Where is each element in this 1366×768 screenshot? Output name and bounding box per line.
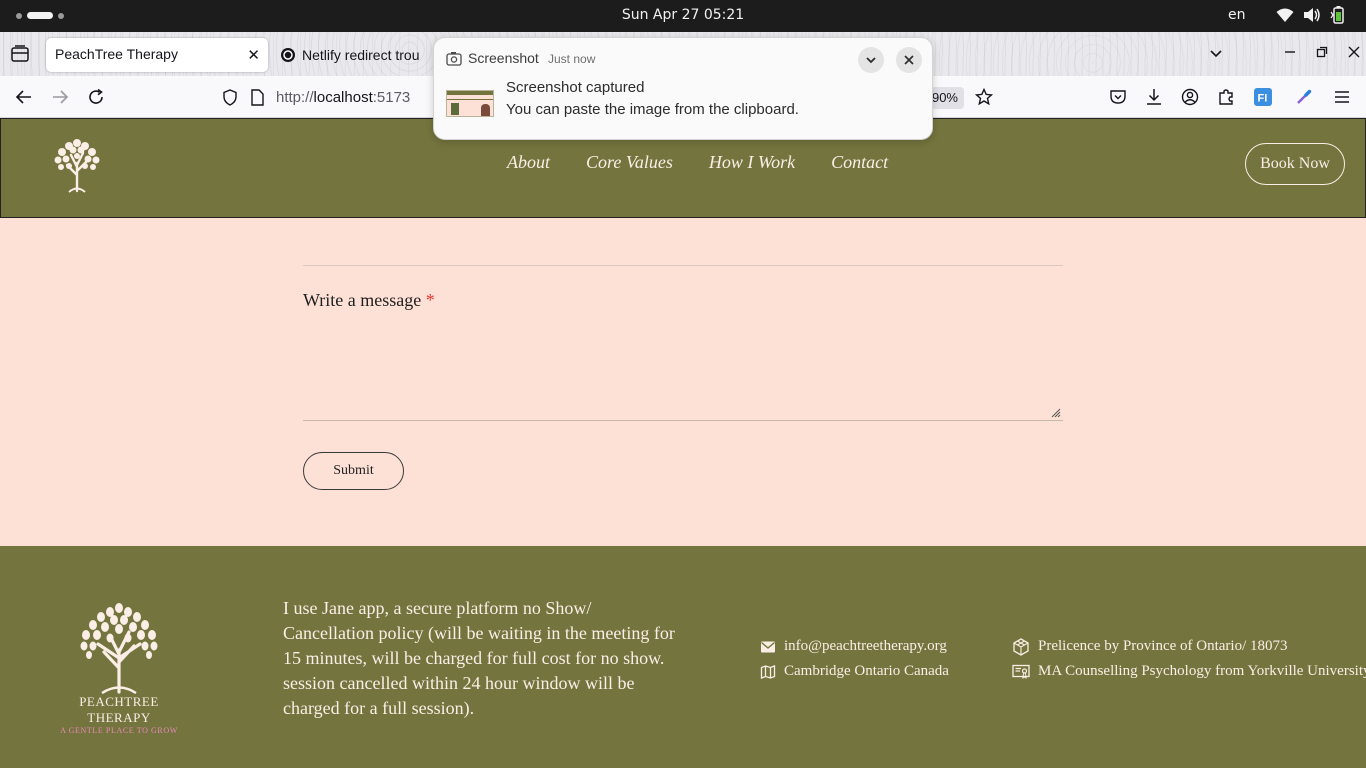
textarea-resize-handle-icon[interactable] — [1051, 408, 1061, 418]
openai-favicon-icon — [281, 48, 295, 62]
window-controls — [1282, 44, 1362, 60]
notification-time: Just now — [548, 52, 596, 66]
education-row: MA Counselling Psychology from Yorkville… — [1012, 659, 1366, 684]
peachtree-logo-icon[interactable] — [49, 135, 105, 193]
url-text: http://localhost:5173 — [276, 89, 410, 106]
footer-credentials-list: Prelicence by Province of Ontario/ 18073… — [1012, 634, 1366, 684]
firefox-view-icon[interactable] — [10, 45, 30, 63]
maximize-icon[interactable] — [1314, 44, 1330, 60]
back-arrow-icon[interactable] — [15, 88, 33, 106]
licence-text: Prelicence by Province of Ontario/ 18073 — [1038, 638, 1288, 654]
tab-peachtree-therapy[interactable]: PeachTree Therapy ✕ — [46, 38, 268, 72]
tab-title: PeachTree Therapy — [55, 46, 178, 62]
volume-icon — [1304, 8, 1320, 22]
battery-icon — [1330, 6, 1344, 24]
notification-app-name: Screenshot — [468, 50, 539, 66]
app-menu-icon[interactable] — [1333, 88, 1351, 106]
previous-field-underline — [303, 265, 1063, 266]
tab-title: Netlify redirect trou — [302, 47, 420, 63]
contact-location-row: Cambridge Ontario Canada — [760, 659, 949, 684]
tracking-protection-shield-icon[interactable] — [222, 89, 238, 106]
close-window-icon[interactable] — [1346, 44, 1362, 60]
contact-email-row[interactable]: info@peachtreetherapy.org — [760, 634, 949, 659]
extension-fi-icon[interactable]: FI — [1254, 88, 1272, 106]
footer-brand-logo: PEACHTREE THERAPY A GENTLE PLACE TO GROW — [46, 602, 192, 735]
svg-text:FI: FI — [1258, 93, 1268, 105]
bookmark-star-icon[interactable] — [975, 88, 993, 106]
url-host: localhost — [313, 89, 373, 106]
certificate-icon — [1012, 664, 1030, 679]
system-clock[interactable]: Sun Apr 27 05:21 — [0, 7, 1366, 23]
nav-link-contact[interactable]: Contact — [831, 152, 888, 173]
page-info-icon[interactable] — [250, 89, 265, 106]
tab-netlify-redirect[interactable]: Netlify redirect trou — [280, 44, 419, 66]
screenshot-notification[interactable]: Screenshot Just now Screenshot captured … — [433, 37, 933, 140]
list-all-tabs-icon[interactable] — [1208, 46, 1224, 62]
system-top-bar: Sun Apr 27 05:21 en — [0, 0, 1366, 32]
contact-location: Cambridge Ontario Canada — [784, 663, 949, 679]
book-now-button[interactable]: Book Now — [1245, 143, 1345, 185]
close-tab-icon[interactable]: ✕ — [247, 46, 260, 64]
screenshot-thumbnail — [446, 90, 494, 117]
notification-close-button[interactable] — [896, 47, 922, 73]
message-label-text: Write a message — [303, 290, 422, 310]
nav-link-core-values[interactable]: Core Values — [586, 152, 673, 173]
required-marker: * — [425, 290, 435, 310]
nav-link-how-i-work[interactable]: How I Work — [709, 152, 795, 173]
licence-row: Prelicence by Province of Ontario/ 18073 — [1012, 634, 1366, 659]
notification-body: You can paste the image from the clipboa… — [506, 101, 799, 118]
message-field-label: Write a message * — [303, 290, 435, 311]
downloads-icon[interactable] — [1145, 88, 1163, 106]
reload-icon[interactable] — [87, 88, 105, 106]
contact-email[interactable]: info@peachtreetherapy.org — [784, 638, 947, 655]
footer-brand-tagline: A GENTLE PLACE TO GROW — [60, 726, 178, 735]
url-port: :5173 — [372, 89, 411, 106]
chevron-down-icon — [866, 57, 876, 64]
site-navigation: About Core Values How I Work Contact — [507, 152, 888, 173]
footer-brand-name: PEACHTREE THERAPY — [79, 694, 159, 725]
message-textarea[interactable] — [303, 318, 1063, 421]
system-tray[interactable] — [1276, 6, 1346, 24]
screenshot-app-icon — [446, 52, 462, 66]
notification-title: Screenshot captured — [506, 79, 645, 96]
mail-icon — [761, 641, 775, 652]
map-icon — [760, 664, 776, 679]
close-icon — [904, 55, 914, 65]
footer-contact-list: info@peachtreetherapy.org Cambridge Onta… — [760, 634, 949, 684]
peachtree-tree-icon — [80, 603, 158, 694]
extensions-puzzle-icon[interactable] — [1217, 88, 1235, 106]
licence-badge-icon — [1013, 637, 1029, 656]
eyedropper-icon[interactable] — [1295, 88, 1313, 106]
pocket-icon[interactable] — [1109, 88, 1127, 106]
keyboard-language[interactable]: en — [1228, 7, 1246, 23]
nav-link-about[interactable]: About — [507, 152, 550, 173]
submit-button[interactable]: Submit — [303, 452, 404, 490]
education-text: MA Counselling Psychology from Yorkville… — [1038, 663, 1366, 679]
account-icon[interactable] — [1181, 88, 1199, 106]
site-footer: PEACHTREE THERAPY A GENTLE PLACE TO GROW… — [0, 546, 1366, 768]
notification-expand-button[interactable] — [858, 47, 884, 73]
forward-arrow-icon[interactable] — [51, 88, 69, 106]
url-scheme: http:// — [276, 89, 314, 106]
minimize-icon[interactable] — [1282, 44, 1298, 60]
cancellation-policy-text: I use Jane app, a secure platform no Sho… — [283, 598, 675, 718]
wifi-icon — [1276, 8, 1294, 22]
